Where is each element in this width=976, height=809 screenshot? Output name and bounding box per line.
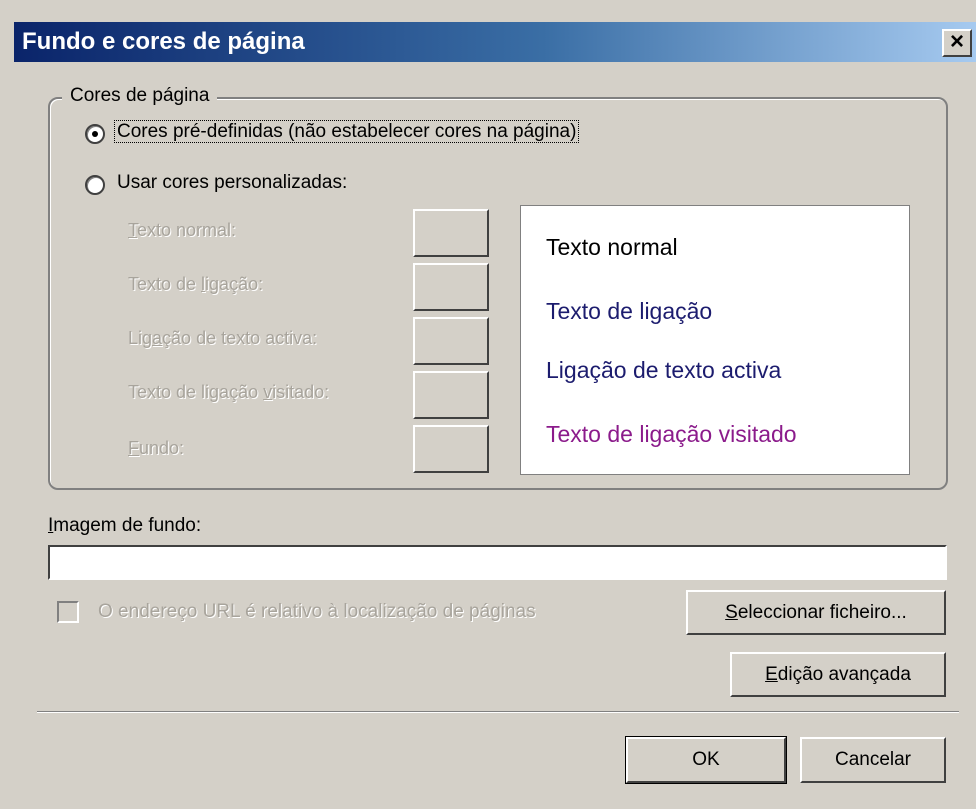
active-link-label: Ligação de texto activa: <box>128 328 318 348</box>
radio-predefined-label: Cores pré-definidas (não estabelecer cor… <box>114 120 580 143</box>
footer-separator <box>37 711 959 713</box>
radio-custom-label[interactable]: Usar cores personalizadas: <box>117 172 347 194</box>
active-link-color-button[interactable] <box>413 317 489 365</box>
radio-predefined-label-row[interactable]: Cores pré-definidas (não estabelecer cor… <box>114 120 580 143</box>
normal-text-color-button[interactable] <box>413 209 489 257</box>
preview-active-link-text: Ligação de texto activa <box>546 357 782 383</box>
close-button[interactable]: × <box>942 29 972 57</box>
advanced-edit-button[interactable]: Edição avançada <box>730 652 946 697</box>
normal-text-label: Texto normal: <box>128 220 237 240</box>
background-label: Fundo: <box>128 438 185 458</box>
link-text-label: Texto de ligação: <box>128 274 264 294</box>
radio-predefined-colors[interactable] <box>85 124 105 144</box>
background-image-input[interactable] <box>48 545 947 580</box>
background-image-label: Imagem de fundo: <box>48 515 202 536</box>
relative-url-checkbox[interactable] <box>57 601 79 623</box>
ok-button[interactable]: OK <box>625 736 787 784</box>
window-title: Fundo e cores de página <box>22 28 305 55</box>
preview-normal-text: Texto normal <box>546 234 678 260</box>
visited-link-color-button[interactable] <box>413 371 489 419</box>
color-preview-box: Texto normal Texto de ligação Ligação de… <box>520 205 910 475</box>
page-colors-legend: Cores de página <box>62 85 218 107</box>
cancel-button[interactable]: Cancelar <box>800 737 946 783</box>
close-icon: × <box>949 28 964 55</box>
visited-link-label: Texto de ligação visitado: <box>128 382 330 402</box>
radio-custom-colors[interactable] <box>85 175 105 195</box>
preview-visited-link-text: Texto de ligação visitado <box>546 421 797 447</box>
radio-selected-dot <box>92 131 98 137</box>
title-bar: Fundo e cores de página × <box>0 0 976 62</box>
select-file-button[interactable]: Seleccionar ficheiro... <box>686 590 946 635</box>
preview-link-text: Texto de ligação <box>546 298 713 324</box>
background-color-button[interactable] <box>413 425 489 473</box>
relative-url-label: O endereço URL é relativo à localização … <box>98 601 536 622</box>
link-text-color-button[interactable] <box>413 263 489 311</box>
